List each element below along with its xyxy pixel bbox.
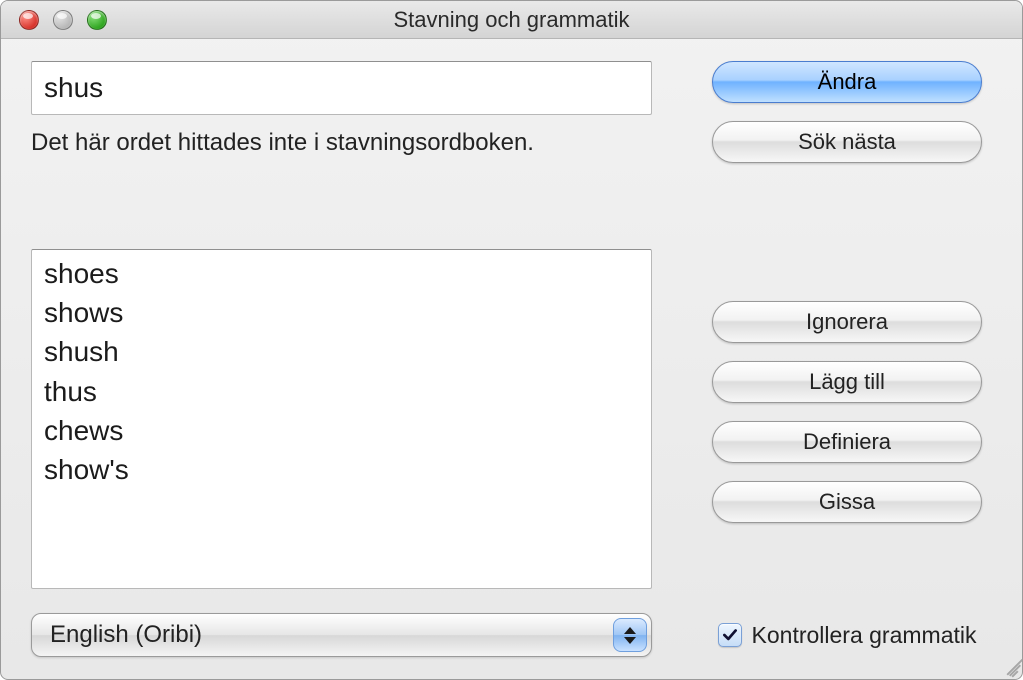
bottom-row: English (Oribi) [31, 611, 652, 659]
list-item[interactable]: shush [32, 332, 651, 371]
list-item[interactable]: thus [32, 372, 651, 411]
window-title: Stavning och grammatik [1, 7, 1022, 33]
status-message: Det här ordet hittades inte i stavningso… [31, 129, 652, 157]
change-button[interactable]: Ändra [712, 61, 982, 103]
resize-grip-icon[interactable] [996, 653, 1018, 675]
content-area: Det här ordet hittades inte i stavningso… [1, 39, 1022, 679]
define-button[interactable]: Definiera [712, 421, 982, 463]
traffic-lights [1, 10, 107, 30]
button-label: Ändra [818, 69, 877, 95]
language-popup[interactable]: English (Oribi) [31, 613, 652, 657]
button-label: Sök nästa [798, 129, 896, 155]
find-next-button[interactable]: Sök nästa [712, 121, 982, 163]
suggestions-list[interactable]: shoes shows shush thus chews show's [31, 249, 652, 589]
left-column: Det här ordet hittades inte i stavningso… [31, 61, 652, 659]
grammar-checkbox-label: Kontrollera grammatik [752, 622, 977, 649]
right-column: Ändra Sök nästa Ignorera Lägg till Defin… [702, 61, 992, 659]
button-label: Ignorera [806, 309, 888, 335]
checkmark-icon [721, 626, 739, 644]
button-label: Definiera [803, 429, 891, 455]
list-item[interactable]: shoes [32, 254, 651, 293]
spelling-grammar-window: Stavning och grammatik Det här ordet hit… [0, 0, 1023, 680]
list-item[interactable]: shows [32, 293, 651, 332]
list-item[interactable]: show's [32, 450, 651, 489]
zoom-icon[interactable] [87, 10, 107, 30]
language-selected-label: English (Oribi) [50, 621, 202, 649]
popup-stepper-icon[interactable] [613, 618, 647, 652]
guess-button[interactable]: Gissa [712, 481, 982, 523]
button-label: Lägg till [809, 369, 885, 395]
titlebar: Stavning och grammatik [1, 1, 1022, 39]
misspelled-word-input[interactable] [31, 61, 652, 115]
minimize-icon[interactable] [53, 10, 73, 30]
grammar-checkbox[interactable] [718, 623, 742, 647]
grammar-checkbox-row: Kontrollera grammatik [718, 611, 977, 659]
close-icon[interactable] [19, 10, 39, 30]
list-item[interactable]: chews [32, 411, 651, 450]
ignore-button[interactable]: Ignorera [712, 301, 982, 343]
button-label: Gissa [819, 489, 875, 515]
add-button[interactable]: Lägg till [712, 361, 982, 403]
